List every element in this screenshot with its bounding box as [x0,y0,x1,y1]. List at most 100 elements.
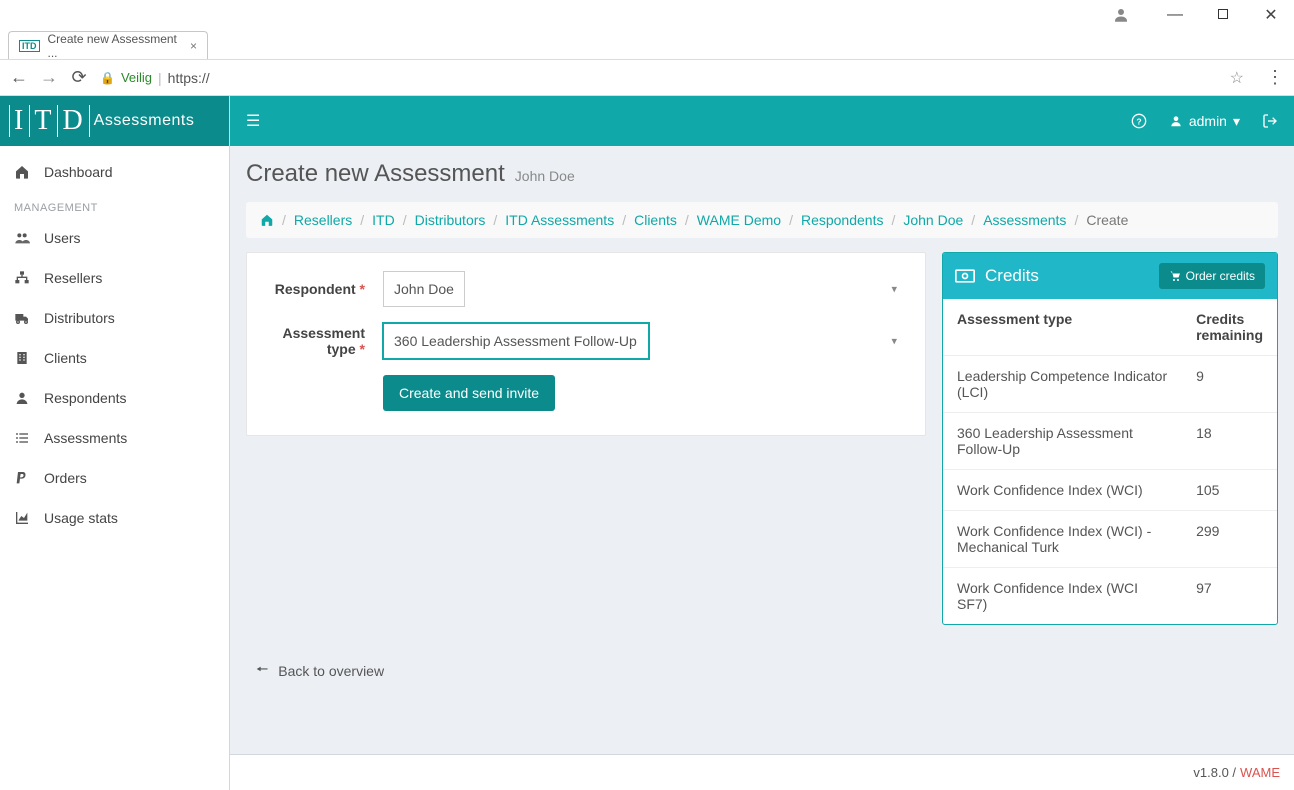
tab-close-icon[interactable]: × [190,39,197,53]
breadcrumb-link[interactable]: John Doe [903,212,963,228]
sidebar-item-assessments[interactable]: Assessments [0,418,229,458]
lock-icon: 🔒 [100,71,115,85]
brand-logo[interactable]: ITD Assessments [0,96,229,146]
breadcrumb-current: Create [1086,212,1128,228]
assessment-type-label: Assessment type * [265,325,365,357]
sidebar-item-label: Distributors [44,310,115,326]
sidebar-item-label: Users [44,230,81,246]
os-maximize-button[interactable] [1208,6,1238,24]
breadcrumb-home-icon[interactable] [260,213,274,227]
arrow-left-icon: 🠔 [256,659,268,683]
caret-down-icon: ▾ [1233,113,1240,130]
browser-tabstrip: ITD Create new Assessment ... × [0,30,1294,60]
page-title-text: Create new Assessment [246,160,505,188]
menu-toggle-icon[interactable]: ☰ [246,111,260,131]
nav-forward-icon[interactable]: → [40,67,58,88]
breadcrumb-link[interactable]: ITD [372,212,395,228]
users-icon [14,230,32,246]
sidebar-item-label: Orders [44,470,87,486]
sidebar-item-users[interactable]: Users [0,218,229,258]
assessment-type-select[interactable]: 360 Leadership Assessment Follow-Up [383,323,649,359]
breadcrumb-link[interactable]: ITD Assessments [505,212,614,228]
omnibox-divider: | [158,70,162,86]
breadcrumb-link[interactable]: Resellers [294,212,352,228]
respondent-select[interactable]: John Doe [383,271,465,307]
tab-title: Create new Assessment ... [48,32,182,60]
truck-icon [14,310,32,326]
credits-head-remaining: Credits remaining [1182,299,1277,356]
nav-reload-icon[interactable]: ⟳ [70,67,88,88]
credits-title: Credits [985,266,1039,286]
sitemap-icon [14,270,32,286]
sidebar: ITD Assessments Dashboard MANAGEMENT Use… [0,96,230,790]
list-icon [14,430,32,446]
breadcrumb: / Resellers/ ITD/ Distributors/ ITD Asse… [246,202,1278,238]
browser-tab[interactable]: ITD Create new Assessment ... × [8,31,208,59]
brand-logo-sub: Assessments [94,112,195,130]
page-subtitle: John Doe [515,168,575,184]
logout-icon[interactable] [1262,113,1278,129]
bookmark-star-icon[interactable]: ☆ [1230,68,1244,88]
footer: v1.8.0 / WAME [230,754,1294,790]
breadcrumb-link[interactable]: Assessments [983,212,1066,228]
sidebar-item-distributors[interactable]: Distributors [0,298,229,338]
sidebar-section-management: MANAGEMENT [0,192,229,218]
sidebar-item-label: Clients [44,350,87,366]
credits-row: Work Confidence Index (WCI SF7) 97 [943,568,1277,625]
brand-logo-main: ITD [10,105,90,137]
user-icon [14,390,32,406]
svg-text:?: ? [1136,116,1141,126]
sidebar-item-label: Usage stats [44,510,118,526]
footer-brand[interactable]: WAME [1240,765,1280,780]
page-title: Create new Assessment John Doe [246,160,1278,188]
sidebar-item-resellers[interactable]: Resellers [0,258,229,298]
credits-row: Leadership Competence Indicator (LCI) 9 [943,356,1277,413]
help-icon[interactable]: ? [1131,113,1147,129]
create-and-send-invite-button[interactable]: Create and send invite [383,375,555,411]
credits-row: Work Confidence Index (WCI) 105 [943,470,1277,511]
breadcrumb-link[interactable]: WAME Demo [697,212,781,228]
tab-favicon: ITD [19,40,40,52]
browser-addressbar: ← → ⟳ 🔒 Veilig | https:// ☆ ⋮ [0,60,1294,96]
money-icon [955,269,975,283]
sidebar-item-label: Respondents [44,390,127,406]
credits-head-type: Assessment type [943,299,1182,356]
user-label: admin [1189,113,1227,129]
paypal-icon [14,470,32,486]
os-minimize-button[interactable]: — [1160,6,1190,24]
sidebar-item-orders[interactable]: Orders [0,458,229,498]
credits-table: Assessment type Credits remaining Leader… [943,299,1277,624]
secure-label: Veilig [121,70,152,85]
footer-version: v1.8.0 / [1193,765,1236,780]
back-to-overview-link[interactable]: 🠔 Back to overview [246,659,1278,683]
omnibox-url: https:// [168,70,210,86]
sidebar-item-dashboard[interactable]: Dashboard [0,152,229,192]
order-credits-button[interactable]: Order credits [1159,263,1265,289]
browser-menu-icon[interactable]: ⋮ [1266,67,1284,88]
credits-row: Work Confidence Index (WCI) - Mechanical… [943,511,1277,568]
cart-icon [1169,270,1181,282]
os-titlebar: — ✕ [0,0,1294,30]
sidebar-item-label: Dashboard [44,164,113,180]
credits-panel: Credits Order credits Assessment type [942,252,1278,625]
credits-row: 360 Leadership Assessment Follow-Up 18 [943,413,1277,470]
os-close-button[interactable]: ✕ [1256,5,1286,25]
breadcrumb-link[interactable]: Respondents [801,212,884,228]
sidebar-item-label: Assessments [44,430,127,446]
omnibox[interactable]: 🔒 Veilig | https:// [100,65,1218,91]
respondent-label: Respondent * [265,281,365,297]
building-icon [14,350,32,366]
breadcrumb-link[interactable]: Clients [634,212,677,228]
sidebar-item-label: Resellers [44,270,102,286]
home-icon [14,164,32,180]
breadcrumb-link[interactable]: Distributors [415,212,486,228]
sidebar-item-usage-stats[interactable]: Usage stats [0,498,229,538]
topbar: ☰ ? admin ▾ [230,96,1294,146]
sidebar-item-clients[interactable]: Clients [0,338,229,378]
sidebar-item-respondents[interactable]: Respondents [0,378,229,418]
os-account-icon[interactable] [1112,6,1142,24]
create-assessment-form: Respondent * John Doe Assessment type * … [246,252,926,436]
nav-back-icon[interactable]: ← [10,67,28,88]
user-menu[interactable]: admin ▾ [1169,113,1240,130]
chart-icon [14,510,32,526]
